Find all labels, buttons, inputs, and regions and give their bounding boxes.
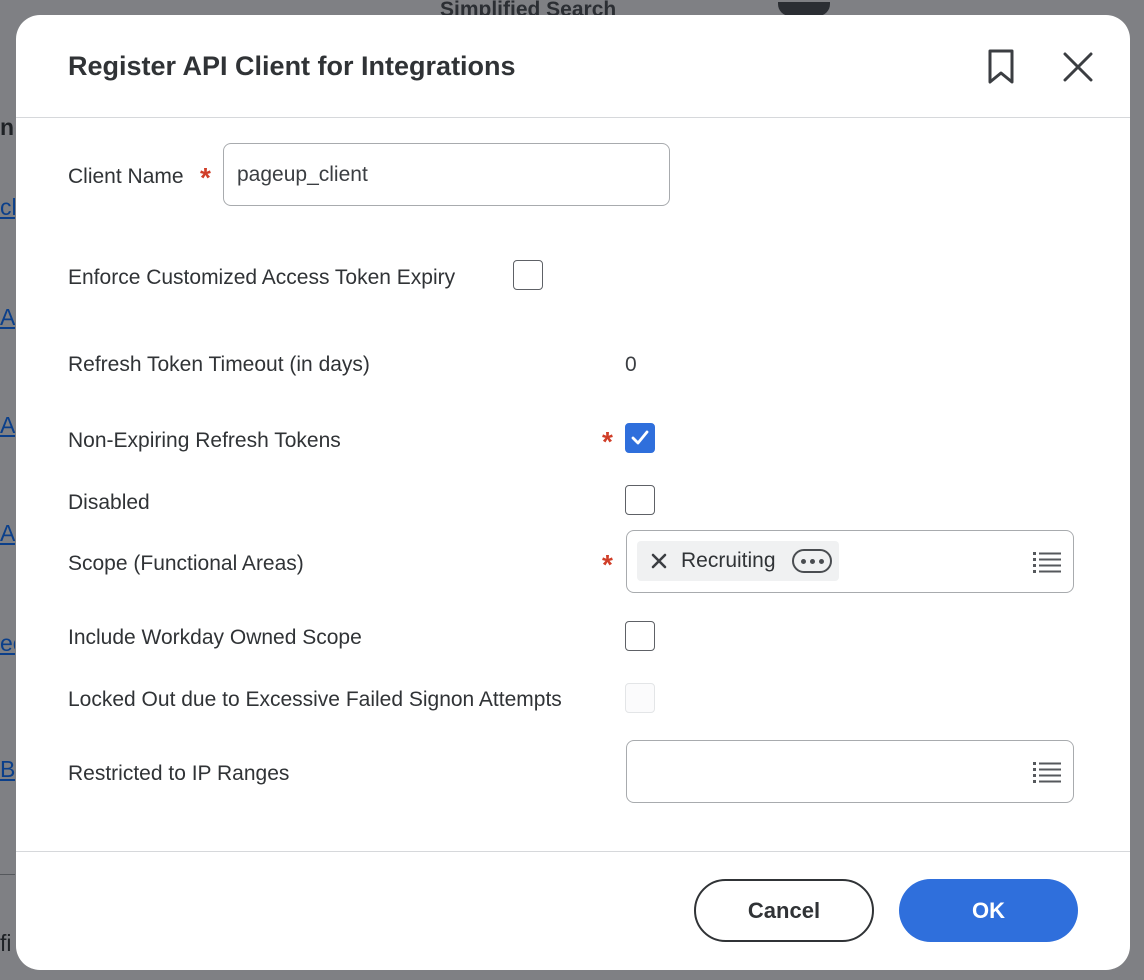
more-dot	[818, 558, 824, 564]
required-indicator: *	[602, 426, 613, 457]
background-link-fragment: B T	[0, 756, 15, 782]
list-icon[interactable]	[1033, 551, 1061, 573]
enforce-token-expiry-label: Enforce Customized Access Token Expiry	[68, 266, 456, 289]
remove-icon[interactable]	[651, 553, 667, 569]
restricted-ip-ranges-input[interactable]	[626, 740, 1074, 803]
list-icon[interactable]	[1033, 761, 1061, 783]
register-api-client-dialog: Register API Client for Integrations Cli…	[16, 15, 1130, 970]
non-expiring-refresh-tokens-label: Non-Expiring Refresh Tokens	[68, 429, 341, 452]
required-indicator: *	[200, 162, 211, 193]
dialog-header: Register API Client for Integrations	[16, 15, 1130, 118]
background-heading-fragment: nd	[0, 114, 15, 140]
close-button[interactable]	[1058, 45, 1098, 89]
cancel-button[interactable]: Cancel	[694, 879, 874, 942]
bookmark-button[interactable]	[981, 45, 1021, 89]
ok-button[interactable]: OK	[899, 879, 1078, 942]
locked-out-label: Locked Out due to Excessive Failed Signo…	[68, 688, 562, 711]
more-dot	[809, 558, 815, 564]
background-link-fragment: AP	[0, 520, 15, 546]
background-toggle	[778, 2, 830, 16]
include-workday-owned-scope-checkbox[interactable]	[625, 621, 655, 651]
dialog-title: Register API Client for Integrations	[68, 51, 516, 81]
close-icon	[1063, 52, 1093, 82]
required-indicator: *	[602, 549, 613, 580]
locked-out-checkbox	[625, 683, 655, 713]
more-dot	[800, 558, 806, 564]
disabled-checkbox[interactable]	[625, 485, 655, 515]
scope-input[interactable]: Recruiting	[626, 530, 1074, 593]
more-options-button[interactable]	[792, 549, 832, 573]
scope-label: Scope (Functional Areas)	[68, 552, 304, 575]
scope-pill-recruiting: Recruiting	[637, 541, 839, 581]
bookmark-icon	[988, 49, 1014, 84]
background-link-fragment: cli	[0, 194, 15, 220]
checkmark-icon	[631, 430, 649, 445]
background-link-fragment: ec	[0, 630, 15, 656]
background-link-fragment: AP	[0, 304, 15, 330]
restricted-ip-ranges-label: Restricted to IP Ranges	[68, 762, 290, 785]
refresh-token-timeout-value: 0	[625, 353, 637, 376]
refresh-token-timeout-label: Refresh Token Timeout (in days)	[68, 353, 370, 376]
scope-pill-label: Recruiting	[681, 549, 776, 572]
background-text-fragment: fi	[0, 930, 12, 956]
background-divider	[0, 874, 15, 875]
disabled-label: Disabled	[68, 491, 150, 514]
client-name-input[interactable]: pageup_client	[223, 143, 670, 206]
client-name-value: pageup_client	[237, 162, 368, 186]
enforce-token-expiry-checkbox[interactable]	[513, 260, 543, 290]
non-expiring-refresh-tokens-checkbox[interactable]	[625, 423, 655, 453]
dialog-footer-divider	[16, 851, 1130, 852]
client-name-label: Client Name	[68, 165, 184, 188]
background-link-fragment: AP	[0, 412, 15, 438]
include-workday-owned-scope-label: Include Workday Owned Scope	[68, 626, 362, 649]
